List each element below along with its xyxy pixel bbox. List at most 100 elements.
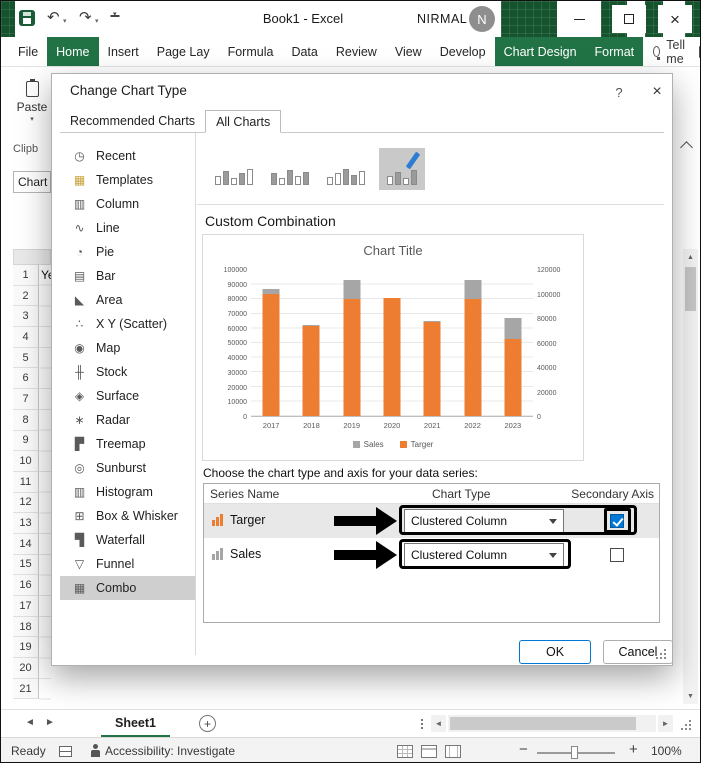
macro-record-icon[interactable]: [59, 746, 72, 757]
zoom-in-button[interactable]: +: [629, 741, 638, 758]
row-header-7[interactable]: 7: [13, 389, 39, 410]
row-header-21[interactable]: 21: [13, 678, 39, 700]
sheet-nav-left-icon[interactable]: ◄: [25, 717, 35, 728]
category-item-radar[interactable]: ∗ Radar: [60, 408, 195, 432]
zoom-level[interactable]: 100%: [651, 744, 682, 758]
accessibility-status[interactable]: Accessibility: Investigate: [105, 744, 235, 758]
row-header-15[interactable]: 15: [13, 554, 39, 576]
scroll-up-icon[interactable]: ▲: [683, 249, 698, 265]
category-item-histogram[interactable]: ▥ Histogram: [60, 480, 195, 504]
category-item-combo[interactable]: ▦ Combo: [60, 576, 195, 600]
customize-toolbar-icon[interactable]: ▾: [110, 11, 120, 18]
series-row-sales[interactable]: Sales Clustered Column: [204, 538, 659, 572]
ribbon-tab-page-lay[interactable]: Page Lay: [148, 37, 219, 66]
chart-type-dropdown[interactable]: Clustered Column: [404, 509, 564, 533]
ribbon-tab-chart-design[interactable]: Chart Design: [494, 37, 586, 66]
row-header-14[interactable]: 14: [13, 533, 39, 555]
row-header-6[interactable]: 6: [13, 368, 39, 390]
dialog-tab-recommended-charts[interactable]: Recommended Charts: [60, 110, 205, 132]
hscroll-right-icon[interactable]: ►: [658, 715, 673, 732]
page-layout-view-icon[interactable]: [421, 745, 437, 758]
horizontal-scroll-thumb[interactable]: [450, 717, 636, 730]
subtype-stacked-area-clustered-column[interactable]: [323, 148, 369, 190]
subtype-clustered-column-line-secondary-axis[interactable]: [267, 148, 313, 190]
dialog-resize-grip[interactable]: [664, 657, 666, 659]
category-item-pie[interactable]: ◔ Pie: [60, 240, 195, 264]
category-item-surface[interactable]: ◈ Surface: [60, 384, 195, 408]
category-item-bar[interactable]: ▤ Bar: [60, 264, 195, 288]
row-header-13[interactable]: 13: [13, 513, 39, 534]
ribbon-tab-view[interactable]: View: [386, 37, 431, 66]
category-item-map[interactable]: ◉ Map: [60, 336, 195, 360]
category-item-stock[interactable]: ╫ Stock: [60, 360, 195, 384]
sheet-tab-sheet1[interactable]: Sheet1: [101, 710, 170, 737]
category-item-templates[interactable]: ▦ Templates: [60, 168, 195, 192]
hscroll-left-icon[interactable]: ◄: [431, 715, 446, 732]
zoom-slider-thumb[interactable]: [571, 746, 578, 759]
series-row-targer[interactable]: Targer Clustered Column: [204, 504, 659, 538]
collapse-ribbon-icon[interactable]: [680, 141, 693, 154]
row-header-2[interactable]: 2: [13, 285, 39, 307]
ribbon-tab-file[interactable]: File: [9, 37, 47, 66]
category-item-column[interactable]: ▥ Column: [60, 192, 195, 216]
dialog-close-button[interactable]: ×: [642, 80, 672, 104]
ribbon-tab-formula[interactable]: Formula: [219, 37, 283, 66]
secondary-axis-checkbox[interactable]: [610, 514, 624, 528]
secondary-axis-checkbox[interactable]: [610, 548, 624, 562]
category-item-waterfall[interactable]: ▜ Waterfall: [60, 528, 195, 552]
ribbon-tab-home[interactable]: Home: [47, 37, 99, 66]
row-header-19[interactable]: 19: [13, 637, 39, 659]
category-item-box-whisker[interactable]: ⊞ Box & Whisker: [60, 504, 195, 528]
select-all-corner[interactable]: [13, 249, 51, 265]
row-header-20[interactable]: 20: [13, 658, 39, 679]
redo-caret-icon[interactable]: ▾: [95, 17, 99, 25]
zoom-out-button[interactable]: −: [519, 741, 528, 758]
row-header-16[interactable]: 16: [13, 575, 39, 596]
undo-icon[interactable]: ↶: [47, 8, 60, 28]
category-item-line[interactable]: ∿ Line: [60, 216, 195, 240]
row-header-8[interactable]: 8: [13, 409, 39, 431]
minimize-button[interactable]: [562, 5, 596, 33]
subtype-custom-combination[interactable]: [379, 147, 425, 190]
dialog-tab-all-charts[interactable]: All Charts: [205, 110, 282, 133]
avatar[interactable]: N: [469, 6, 495, 32]
normal-view-icon[interactable]: [397, 745, 413, 758]
ribbon-tab-insert[interactable]: Insert: [99, 37, 148, 66]
category-item-treemap[interactable]: ▛ Treemap: [60, 432, 195, 456]
scroll-down-icon[interactable]: ▼: [683, 688, 698, 704]
paste-button[interactable]: Paste ▾: [15, 79, 49, 123]
horizontal-scrollbar[interactable]: [448, 715, 656, 732]
row-header-4[interactable]: 4: [13, 327, 39, 348]
row-header-17[interactable]: 17: [13, 596, 39, 617]
category-item-recent[interactable]: ◷ Recent: [60, 144, 195, 168]
row-header-12[interactable]: 12: [13, 492, 39, 514]
category-item-x-y-scatter[interactable]: ∴ X Y (Scatter): [60, 312, 195, 336]
close-button[interactable]: ×: [658, 5, 692, 33]
save-icon[interactable]: [19, 10, 35, 26]
row-header-9[interactable]: 9: [13, 430, 39, 452]
subtype-clustered-column-line[interactable]: [211, 148, 257, 190]
row-header-18[interactable]: 18: [13, 616, 39, 638]
tell-me-button[interactable]: Tell me: [643, 37, 699, 66]
ribbon-tab-develop[interactable]: Develop: [431, 37, 495, 66]
vertical-scrollbar[interactable]: ▲ ▼: [683, 249, 698, 704]
row-header-3[interactable]: 3: [13, 306, 39, 328]
undo-caret-icon[interactable]: ▾: [63, 17, 67, 25]
ribbon-tab-data[interactable]: Data: [282, 37, 326, 66]
add-sheet-button[interactable]: +: [199, 715, 216, 732]
tab-scrollbar-splitter[interactable]: [421, 719, 423, 721]
chart-type-dropdown[interactable]: Clustered Column: [404, 543, 564, 567]
sheet-nav-right-icon[interactable]: ►: [45, 717, 55, 728]
page-break-view-icon[interactable]: [445, 745, 461, 758]
redo-icon[interactable]: ↷: [79, 8, 92, 28]
maximize-button[interactable]: [612, 5, 646, 33]
category-item-funnel[interactable]: ▽ Funnel: [60, 552, 195, 576]
row-header-5[interactable]: 5: [13, 347, 39, 369]
cancel-button[interactable]: Cancel: [603, 640, 673, 664]
category-item-area[interactable]: ◣ Area: [60, 288, 195, 312]
category-item-sunburst[interactable]: ◎ Sunburst: [60, 456, 195, 480]
window-resize-grip[interactable]: [689, 728, 691, 730]
row-header-11[interactable]: 11: [13, 471, 39, 493]
row-header-1[interactable]: 1: [13, 265, 39, 286]
row-header-10[interactable]: 10: [13, 451, 39, 472]
